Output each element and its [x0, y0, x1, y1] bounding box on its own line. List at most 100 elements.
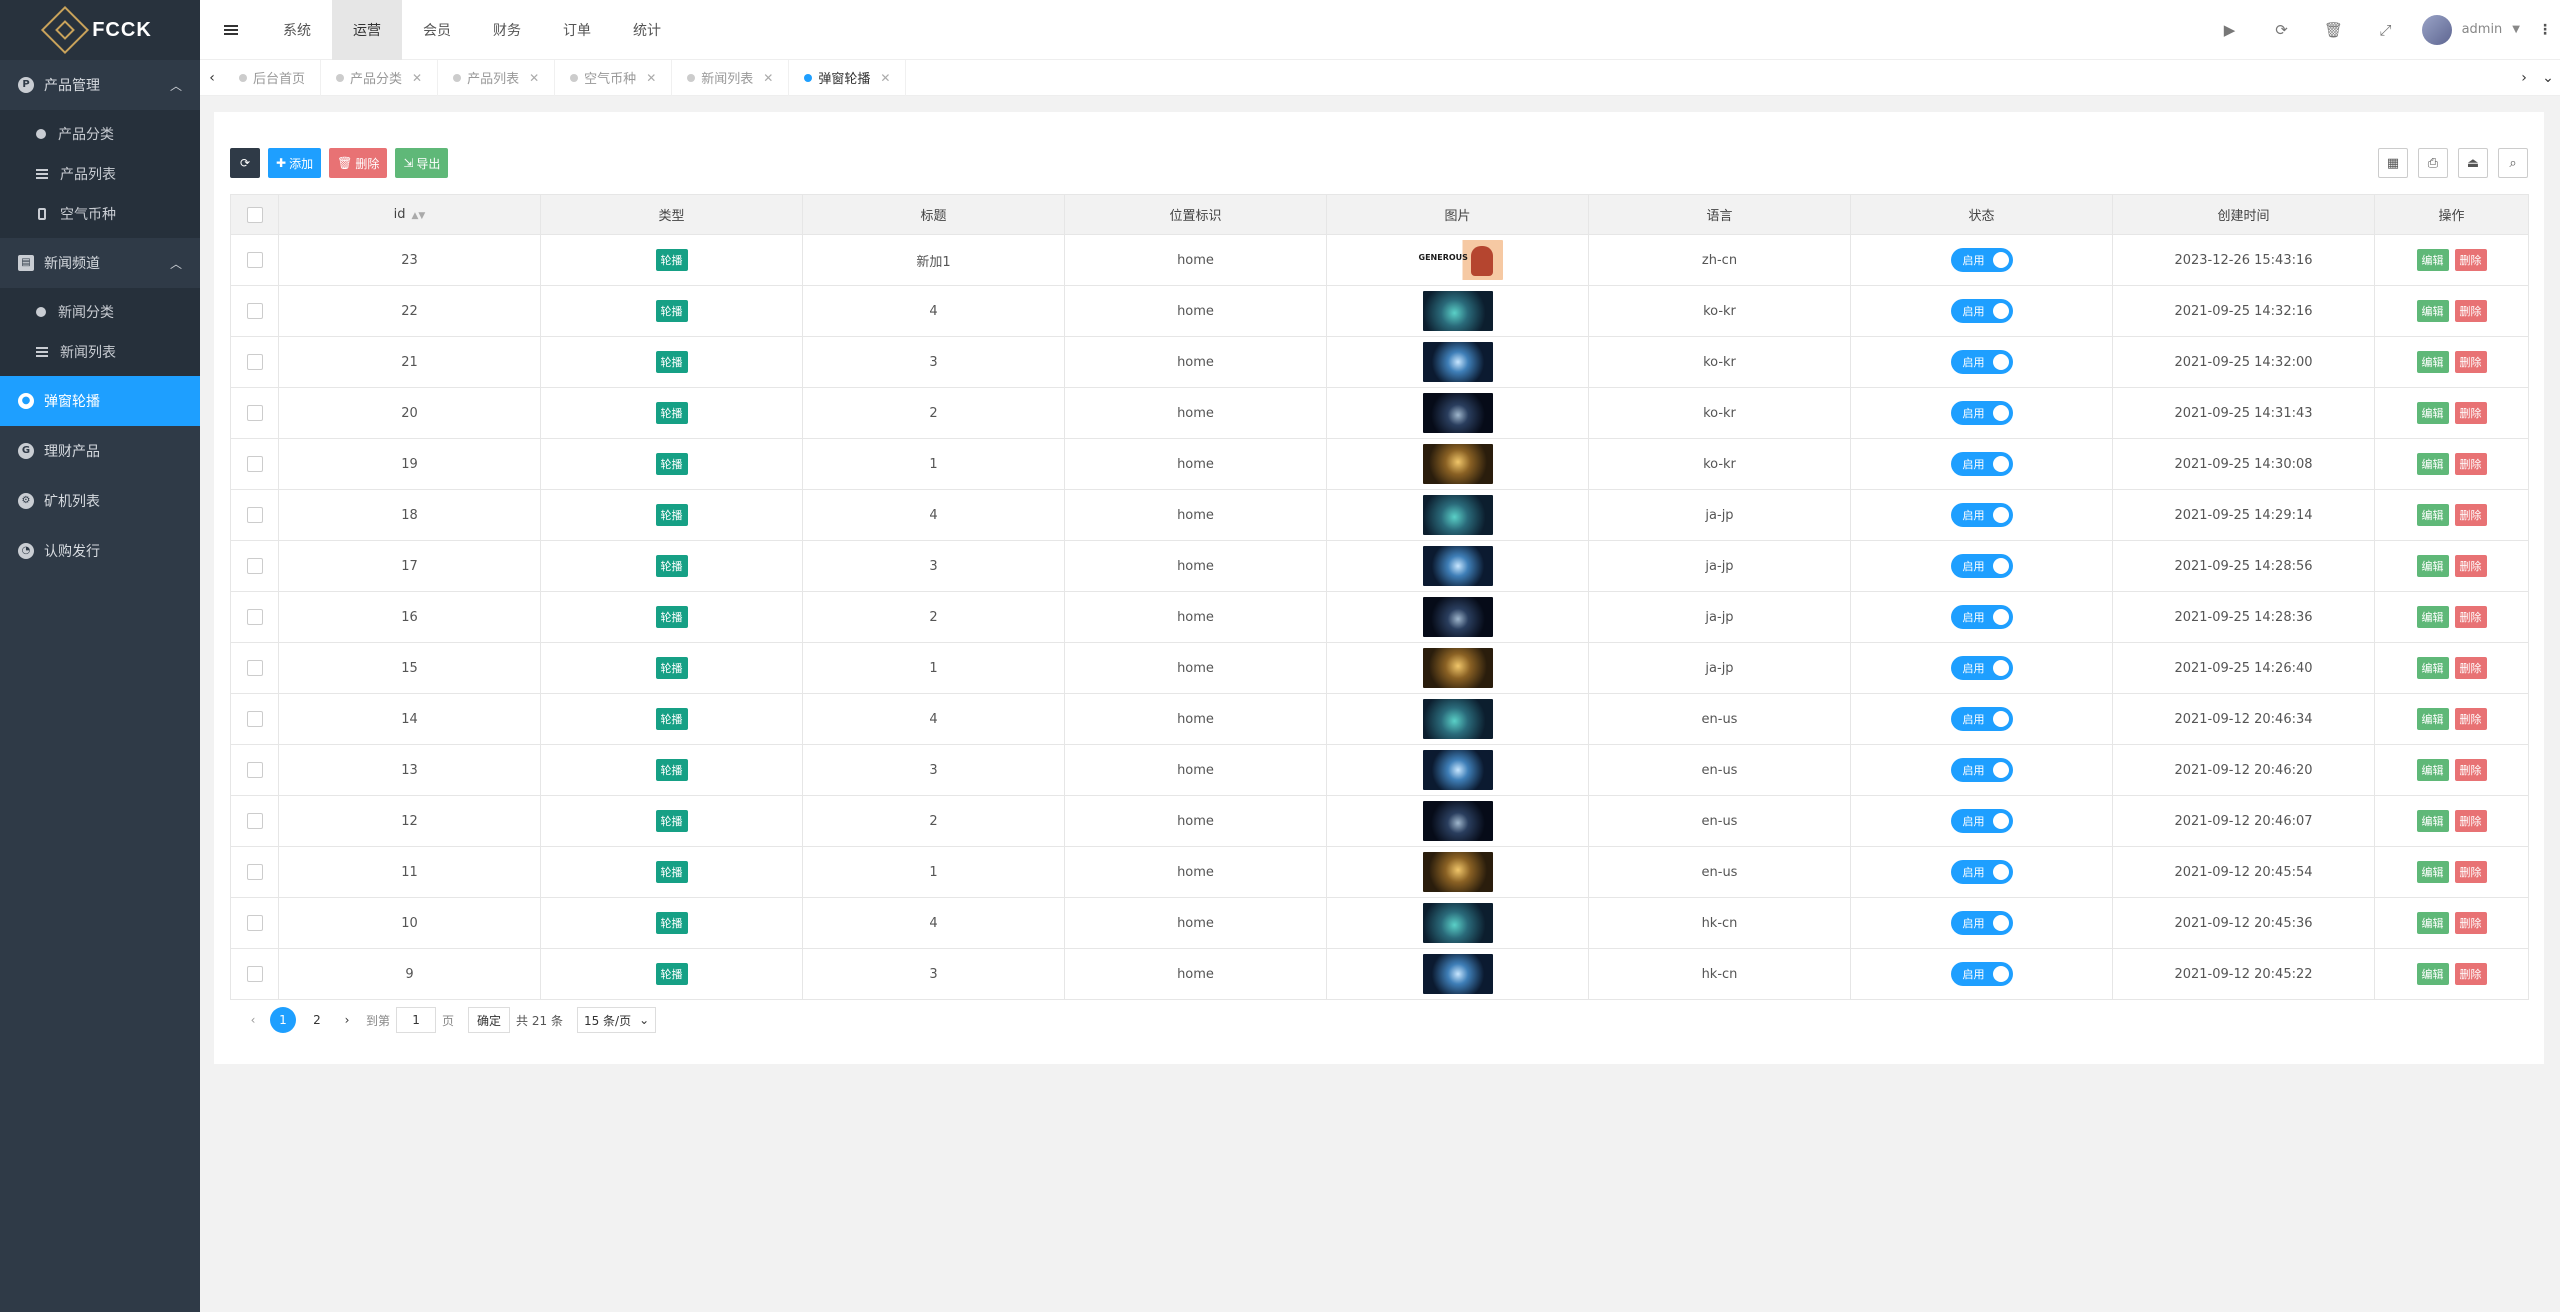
- page-size-select[interactable]: 15 条/页 ⌄: [576, 1007, 657, 1033]
- select-all-checkbox[interactable]: [246, 206, 263, 223]
- col-id[interactable]: id ▲▼: [278, 194, 541, 235]
- row-delete-button[interactable]: 删除: [2454, 555, 2487, 577]
- edit-button[interactable]: 编辑: [2416, 402, 2449, 424]
- close-icon[interactable]: ✕: [646, 71, 656, 85]
- row-delete-button[interactable]: 删除: [2454, 402, 2487, 424]
- play-icon[interactable]: ▶: [2204, 0, 2256, 60]
- row-checkbox[interactable]: [246, 711, 263, 727]
- user-menu[interactable]: admin ▼: [2412, 14, 2530, 45]
- goto-confirm-button[interactable]: 确定: [468, 1007, 511, 1033]
- edit-button[interactable]: 编辑: [2416, 351, 2449, 373]
- tab-news-list[interactable]: 新闻列表 ✕: [672, 59, 790, 96]
- row-delete-button[interactable]: 删除: [2454, 912, 2487, 934]
- sidebar-item-product-category[interactable]: 产品分类: [0, 114, 200, 154]
- edit-button[interactable]: 编辑: [2416, 657, 2449, 679]
- tabs-menu-chevron-down-icon[interactable]: ⌄: [2536, 60, 2560, 96]
- edit-button[interactable]: 编辑: [2416, 810, 2449, 832]
- refresh-icon[interactable]: ⟳: [2256, 0, 2308, 60]
- banner-thumbnail[interactable]: [1422, 444, 1493, 484]
- banner-thumbnail[interactable]: [1422, 597, 1493, 637]
- sidebar-group-product[interactable]: P 产品管理 ︿: [0, 60, 200, 110]
- banner-thumbnail[interactable]: [1422, 852, 1493, 892]
- banner-thumbnail[interactable]: [1422, 495, 1493, 535]
- row-checkbox[interactable]: [246, 507, 263, 523]
- row-delete-button[interactable]: 删除: [2454, 606, 2487, 628]
- tab-product-list[interactable]: 产品列表 ✕: [438, 59, 556, 96]
- page-2[interactable]: 2: [304, 1007, 330, 1033]
- row-checkbox[interactable]: [246, 660, 263, 676]
- row-checkbox[interactable]: [246, 864, 263, 880]
- banner-thumbnail[interactable]: [1422, 393, 1493, 433]
- row-delete-button[interactable]: 删除: [2454, 351, 2487, 373]
- status-toggle[interactable]: 启用: [1950, 452, 2013, 476]
- status-toggle[interactable]: 启用: [1950, 758, 2013, 782]
- status-toggle[interactable]: 启用: [1950, 809, 2013, 833]
- add-button[interactable]: ✚ 添加: [268, 148, 322, 178]
- edit-button[interactable]: 编辑: [2416, 300, 2449, 322]
- sidebar-group-news[interactable]: ▤ 新闻频道 ︿: [0, 238, 200, 288]
- sidebar-item-popup-carousel[interactable]: ● 弹窗轮播: [0, 376, 200, 426]
- row-delete-button[interactable]: 删除: [2454, 810, 2487, 832]
- close-icon[interactable]: ✕: [763, 71, 773, 85]
- edit-button[interactable]: 编辑: [2416, 504, 2449, 526]
- sidebar-item-product-list[interactable]: 产品列表: [0, 154, 200, 194]
- edit-button[interactable]: 编辑: [2416, 861, 2449, 883]
- sidebar-item-finance-product[interactable]: G 理财产品: [0, 426, 200, 476]
- close-icon[interactable]: ✕: [880, 71, 890, 85]
- row-delete-button[interactable]: 删除: [2454, 453, 2487, 475]
- sidebar-item-subscription[interactable]: ◔ 认购发行: [0, 526, 200, 576]
- status-toggle[interactable]: 启用: [1950, 401, 2013, 425]
- status-toggle[interactable]: 启用: [1950, 911, 2013, 935]
- trash-icon[interactable]: 🗑: [2308, 0, 2360, 60]
- row-checkbox[interactable]: [246, 558, 263, 574]
- row-delete-button[interactable]: 删除: [2454, 861, 2487, 883]
- goto-page-input[interactable]: [396, 1007, 437, 1033]
- row-delete-button[interactable]: 删除: [2454, 504, 2487, 526]
- tab-air-coin[interactable]: 空气币种 ✕: [555, 59, 673, 96]
- prev-page-icon[interactable]: ‹: [240, 1007, 266, 1033]
- row-checkbox[interactable]: [246, 609, 263, 625]
- banner-thumbnail[interactable]: [1422, 903, 1493, 943]
- edit-button[interactable]: 编辑: [2416, 963, 2449, 985]
- export-table-icon[interactable]: ⏏: [2458, 148, 2488, 178]
- print-icon[interactable]: ⎙: [2418, 148, 2448, 178]
- edit-button[interactable]: 编辑: [2416, 912, 2449, 934]
- row-checkbox[interactable]: [246, 915, 263, 931]
- sidebar-item-news-category[interactable]: 新闻分类: [0, 292, 200, 332]
- sidebar-item-air-coin[interactable]: 空气币种: [0, 194, 200, 234]
- edit-button[interactable]: 编辑: [2416, 555, 2449, 577]
- tab-home[interactable]: 后台首页: [224, 59, 322, 96]
- row-delete-button[interactable]: 删除: [2454, 963, 2487, 985]
- menu-toggle-icon[interactable]: [200, 0, 262, 60]
- row-checkbox[interactable]: [246, 354, 263, 370]
- banner-thumbnail[interactable]: [1422, 648, 1493, 688]
- status-toggle[interactable]: 启用: [1950, 962, 2013, 986]
- status-toggle[interactable]: 启用: [1950, 248, 2013, 272]
- row-checkbox[interactable]: [246, 303, 263, 319]
- edit-button[interactable]: 编辑: [2416, 759, 2449, 781]
- banner-thumbnail[interactable]: [1422, 546, 1493, 586]
- row-checkbox[interactable]: [246, 405, 263, 421]
- top-nav-stats[interactable]: 统计: [612, 0, 682, 60]
- edit-button[interactable]: 编辑: [2416, 606, 2449, 628]
- row-checkbox[interactable]: [246, 456, 263, 472]
- tabs-right-arrow-icon[interactable]: ›: [2512, 60, 2536, 96]
- top-nav-operation[interactable]: 运营: [332, 0, 402, 60]
- row-checkbox[interactable]: [246, 966, 263, 982]
- status-toggle[interactable]: 启用: [1950, 554, 2013, 578]
- row-checkbox[interactable]: [246, 252, 263, 268]
- fullscreen-icon[interactable]: ⤢: [2360, 0, 2412, 60]
- top-nav-system[interactable]: 系统: [262, 0, 332, 60]
- sort-icon[interactable]: ▲▼: [412, 211, 426, 221]
- top-nav-finance[interactable]: 财务: [472, 0, 542, 60]
- banner-thumbnail[interactable]: [1412, 240, 1503, 280]
- tab-popup-carousel[interactable]: 弹窗轮播 ✕: [789, 59, 907, 96]
- page-1[interactable]: 1: [270, 1007, 296, 1033]
- row-delete-button[interactable]: 删除: [2454, 300, 2487, 322]
- banner-thumbnail[interactable]: [1422, 291, 1493, 331]
- banner-thumbnail[interactable]: [1422, 954, 1493, 994]
- tab-product-category[interactable]: 产品分类 ✕: [321, 59, 439, 96]
- columns-icon[interactable]: ▦: [2378, 148, 2408, 178]
- status-toggle[interactable]: 启用: [1950, 707, 2013, 731]
- row-delete-button[interactable]: 删除: [2454, 759, 2487, 781]
